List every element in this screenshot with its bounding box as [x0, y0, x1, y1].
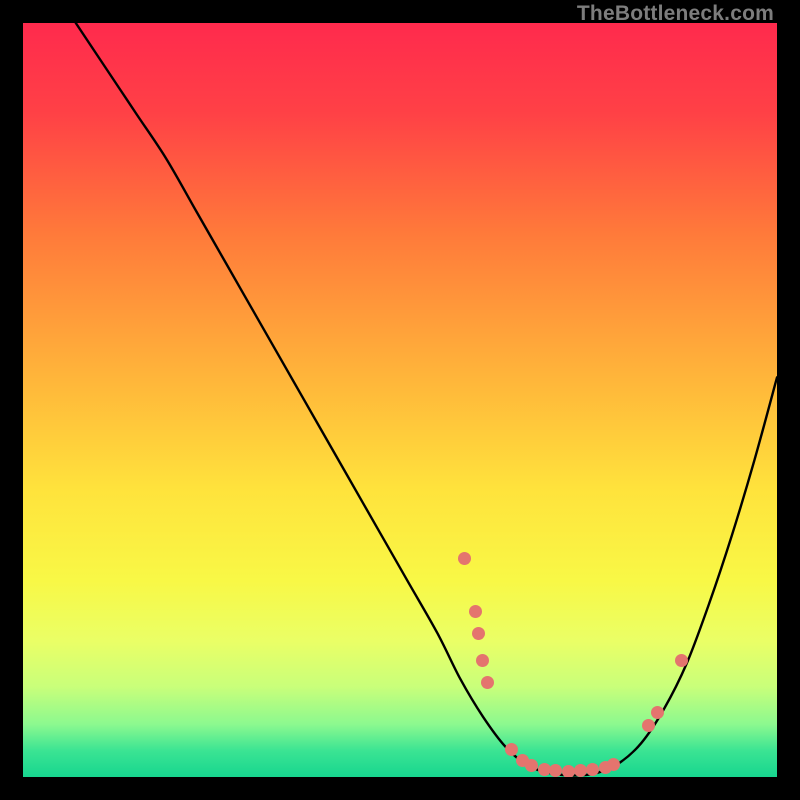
- marker-dot: [476, 654, 489, 667]
- marker-dot: [525, 759, 538, 772]
- marker-dot: [651, 706, 664, 719]
- marker-dot: [562, 765, 575, 777]
- stage: TheBottleneck.com: [0, 0, 800, 800]
- marker-dot: [549, 764, 562, 777]
- marker-dot: [469, 605, 482, 618]
- chart-plot-area: [23, 23, 777, 777]
- marker-dot: [458, 552, 471, 565]
- marker-dot: [586, 763, 599, 776]
- bottleneck-curve: [23, 23, 777, 777]
